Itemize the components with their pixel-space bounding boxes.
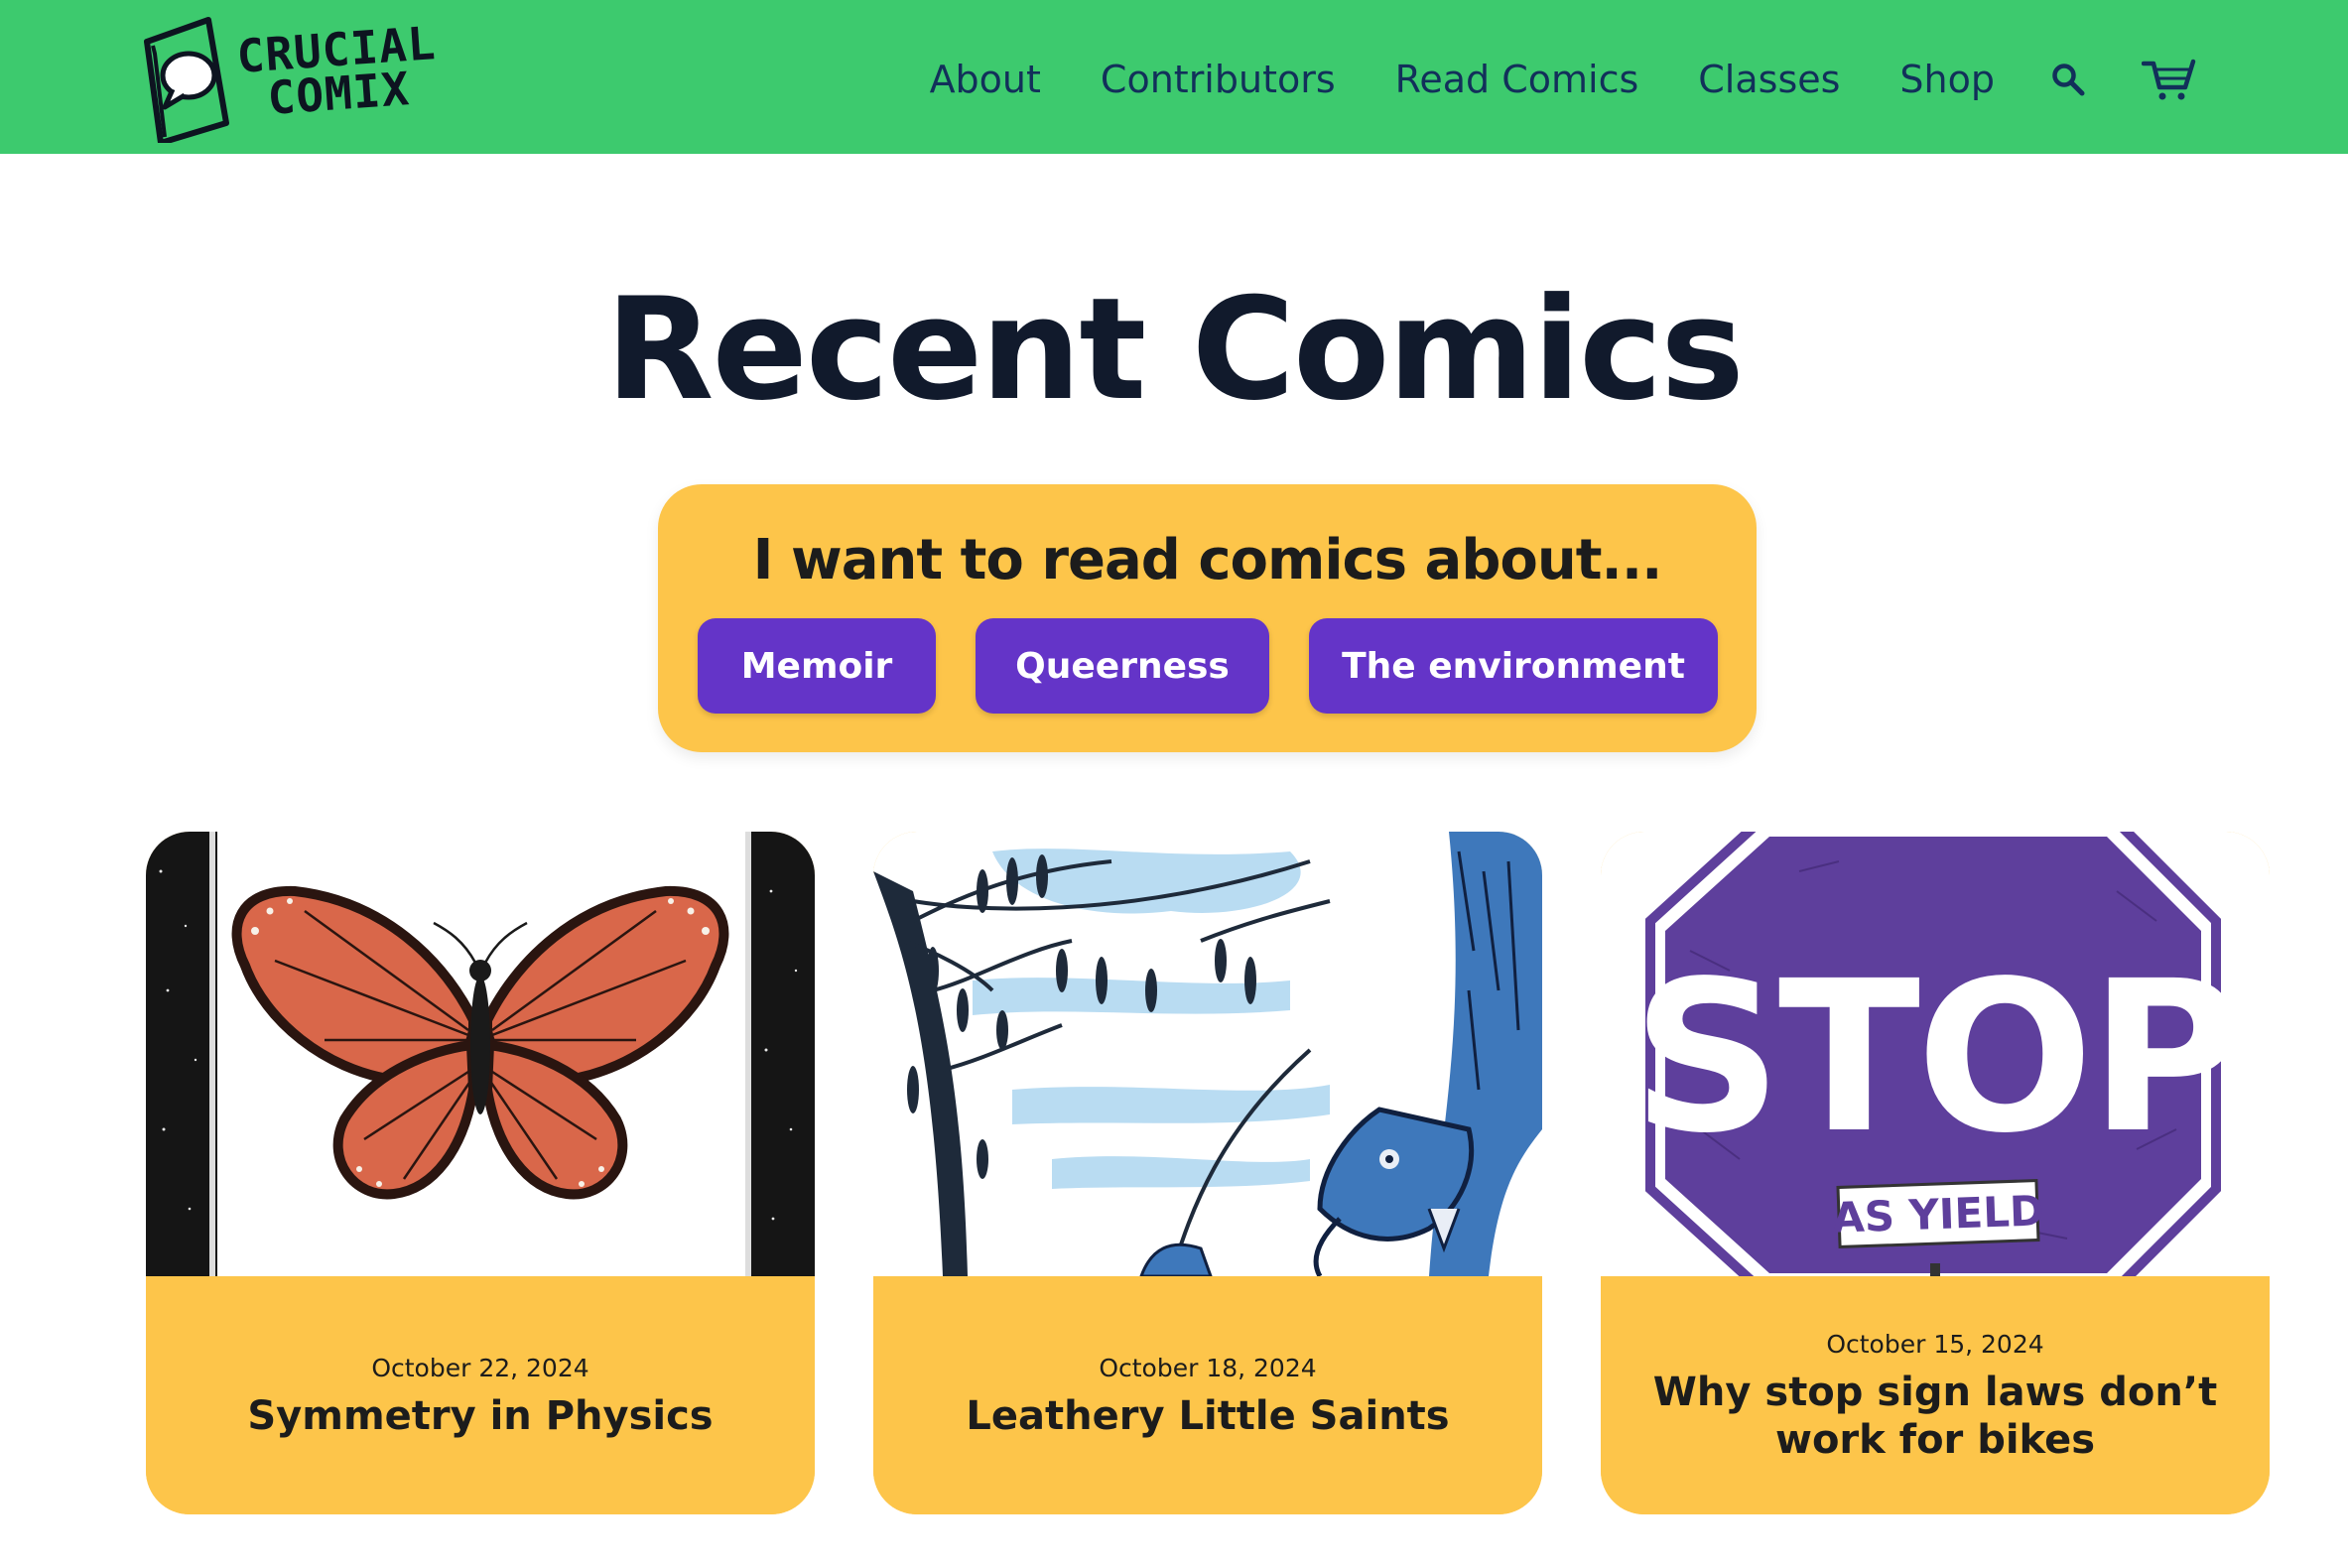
card-title[interactable]: Leathery Little Saints (873, 1392, 1542, 1440)
nav-shop[interactable]: Shop (1899, 58, 1995, 101)
card-date: October 15, 2024 (1826, 1330, 2044, 1359)
comic-card[interactable]: October 18, 2024 Leathery Little Saints (873, 832, 1542, 1514)
comic-card[interactable]: STOP AS YIELD October 15, 2024 Why stop … (1601, 832, 2270, 1514)
topic-filter-box: I want to read comics about... Memoir Qu… (658, 484, 1757, 752)
site-header: CRUCIAL COMIX About Contributors Read Co… (0, 0, 2348, 154)
cart-icon[interactable] (2142, 58, 2199, 101)
card-body: October 22, 2024 Symmetry in Physics (146, 1276, 815, 1514)
card-body: October 15, 2024 Why stop sign laws don’… (1601, 1276, 2270, 1514)
card-image-bat (873, 832, 1542, 1276)
card-title[interactable]: Symmetry in Physics (146, 1392, 815, 1440)
main-nav: About Contributors Read Comics Classes S… (870, 40, 2199, 119)
butterfly-illustration (146, 832, 815, 1276)
nav-contributors[interactable]: Contributors (1101, 58, 1336, 101)
bat-tree-illustration (873, 832, 1542, 1276)
comic-book-logo-icon (144, 17, 229, 143)
card-date: October 22, 2024 (371, 1354, 589, 1382)
page-title: Recent Comics (605, 268, 1745, 432)
brand-wordmark: CRUCIAL COMIX (235, 16, 441, 125)
stop-sign-text: STOP (1632, 936, 2239, 1179)
comic-card[interactable]: October 22, 2024 Symmetry in Physics (146, 832, 815, 1514)
card-date: October 18, 2024 (1099, 1354, 1317, 1382)
topic-filter-heading: I want to read comics about... (752, 528, 1663, 592)
site-logo[interactable]: CRUCIAL COMIX (139, 14, 438, 148)
card-title[interactable]: Why stop sign laws don’t work for bikes (1601, 1369, 2270, 1464)
stop-sign-illustration: STOP AS YIELD (1601, 832, 2270, 1276)
topic-chip-queerness[interactable]: Queerness (976, 618, 1269, 714)
nav-classes[interactable]: Classes (1698, 58, 1840, 101)
card-image-butterfly (146, 832, 815, 1276)
topic-chip-memoir[interactable]: Memoir (698, 618, 936, 714)
card-image-stop-sign: STOP AS YIELD (1601, 832, 2270, 1276)
nav-about[interactable]: About (930, 58, 1041, 101)
card-body: October 18, 2024 Leathery Little Saints (873, 1276, 1542, 1514)
search-icon[interactable] (2050, 62, 2086, 97)
stop-sign-subtext: AS YIELD (1831, 1186, 2044, 1241)
nav-read-comics[interactable]: Read Comics (1395, 58, 1639, 101)
topic-chip-environment[interactable]: The environment (1309, 618, 1718, 714)
brand-line-2: COMIX (265, 62, 412, 125)
